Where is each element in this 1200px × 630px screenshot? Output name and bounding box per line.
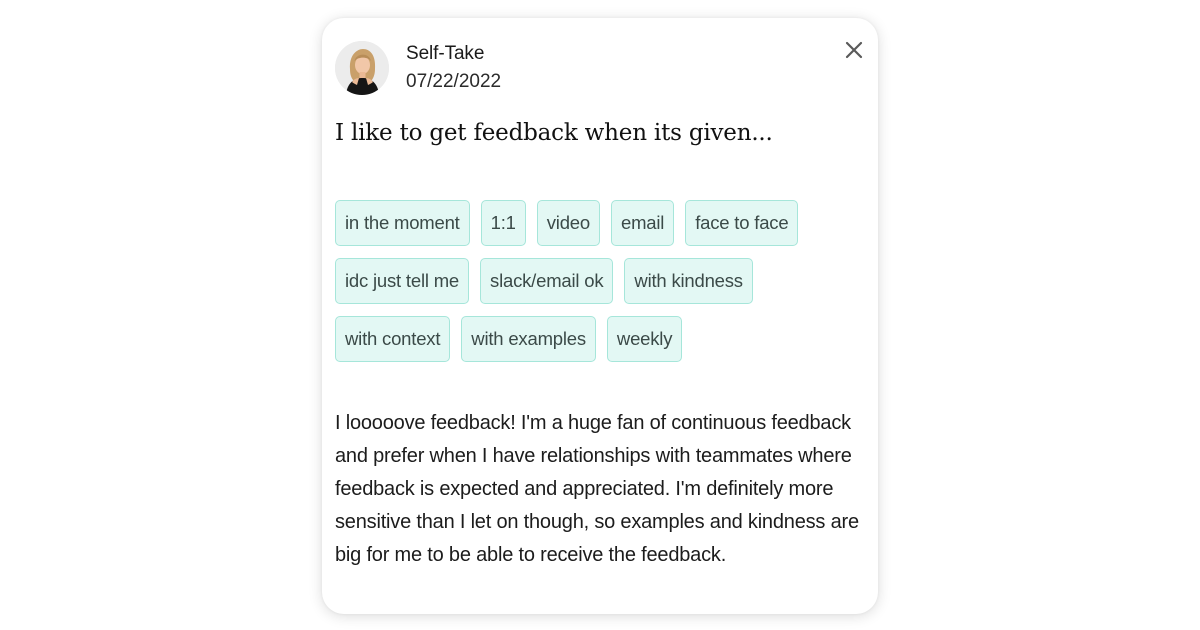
tag: face to face	[685, 200, 799, 246]
person-avatar-icon	[335, 41, 389, 95]
tag: with examples	[461, 316, 596, 362]
tag-row: with context with examples weekly	[335, 316, 855, 362]
feedback-body-text: I looooove feedback! I'm a huge fan of c…	[335, 412, 859, 566]
tag-row: in the moment 1:1 video email face to fa…	[335, 200, 855, 246]
tag: in the moment	[335, 200, 470, 246]
tag-row: idc just tell me slack/email ok with kin…	[335, 258, 855, 304]
tag: email	[610, 200, 675, 246]
post-date: 07/22/2022	[406, 71, 502, 92]
prompt-title: I like to get feedback when its given...	[335, 120, 773, 146]
close-button[interactable]	[842, 38, 866, 62]
tag: weekly	[606, 316, 683, 362]
tag: slack/email ok	[480, 258, 614, 304]
tag: with kindness	[624, 258, 753, 304]
close-icon	[845, 41, 863, 59]
tag: with context	[335, 316, 451, 362]
feedback-card: Self-Take 07/22/2022 I like to get feedb…	[322, 18, 878, 614]
avatar	[335, 41, 389, 95]
tag: video	[536, 200, 600, 246]
tag-list: in the moment 1:1 video email face to fa…	[335, 200, 855, 374]
tag: 1:1	[480, 200, 526, 246]
author-name: Self-Take	[406, 43, 485, 64]
tag: idc just tell me	[335, 258, 470, 304]
